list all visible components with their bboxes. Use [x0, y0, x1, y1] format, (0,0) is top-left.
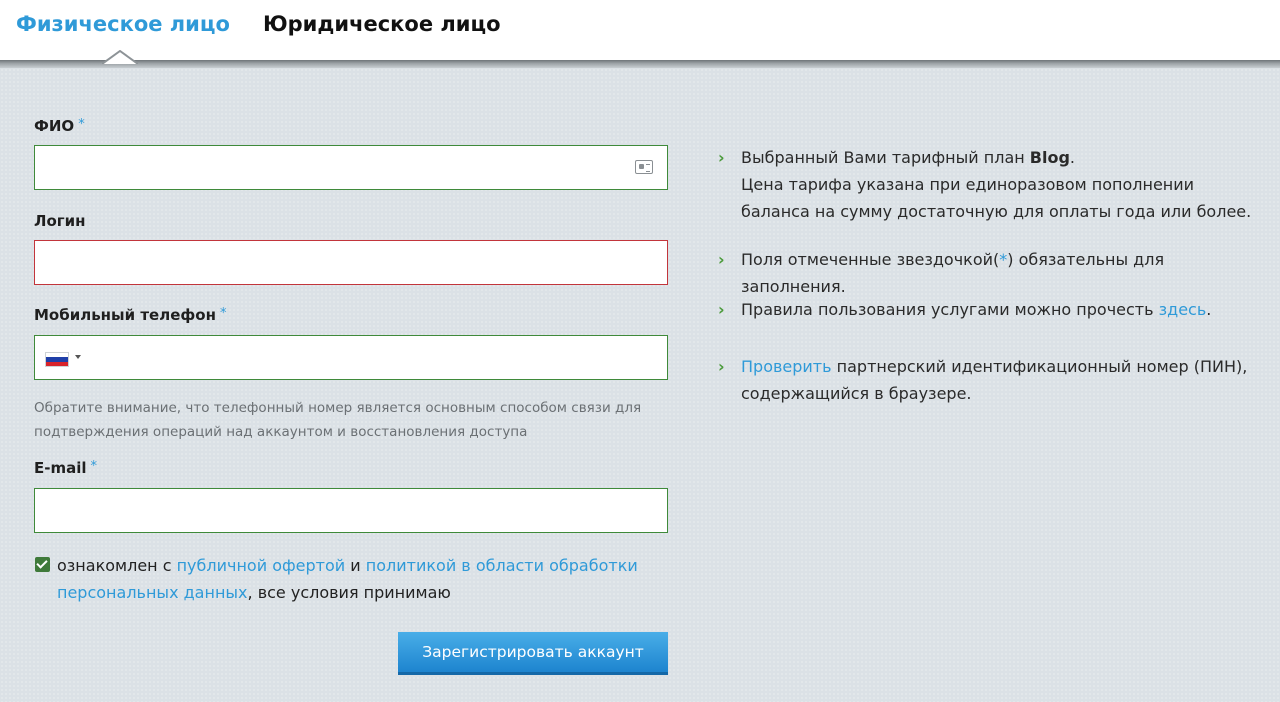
fio-label: ФИО * — [34, 117, 85, 135]
email-field[interactable] — [34, 488, 668, 533]
public-offer-link[interactable]: публичной офертой — [177, 556, 346, 575]
fio-field[interactable] — [34, 145, 668, 190]
contact-card-icon[interactable] — [635, 160, 653, 174]
phone-input[interactable] — [91, 336, 667, 379]
chevron-right-icon: › — [718, 250, 725, 269]
register-button[interactable]: Зарегистрировать аккаунт — [398, 632, 668, 675]
login-label: Логин — [34, 212, 86, 230]
russia-flag-icon[interactable] — [45, 352, 69, 367]
info-rules: › Правила пользования услугами можно про… — [718, 296, 1263, 323]
plan-name: Blog — [1029, 148, 1070, 167]
login-field[interactable] — [34, 240, 668, 285]
rules-link[interactable]: здесь — [1159, 300, 1207, 319]
tabs-divider — [0, 60, 1280, 68]
email-input[interactable] — [35, 489, 667, 532]
required-mark: * — [78, 117, 85, 132]
account-type-tabs: Физическое лицо Юридическое лицо — [0, 0, 1280, 62]
required-mark: * — [219, 306, 227, 321]
chevron-down-icon[interactable] — [75, 355, 81, 359]
info-plan: › Выбранный Вами тарифный план Blog. Цен… — [718, 144, 1263, 225]
chevron-right-icon: › — [718, 148, 725, 167]
active-tab-pointer — [102, 50, 138, 64]
phone-field[interactable] — [34, 335, 668, 380]
chevron-right-icon: › — [718, 357, 725, 376]
login-input[interactable] — [35, 241, 667, 284]
info-required: › Поля отмеченные звездочкой(*) обязател… — [718, 246, 1263, 300]
fio-input[interactable] — [35, 146, 667, 189]
phone-label: Мобильный телефон * — [34, 306, 227, 324]
chevron-right-icon: › — [718, 300, 725, 319]
phone-note: Обратите внимание, что телефонный номер … — [34, 400, 642, 440]
tab-legal-entity[interactable]: Юридическое лицо — [263, 12, 501, 36]
info-pin: › Проверить партнерский идентификационны… — [718, 353, 1263, 407]
agree-text: ознакомлен с публичной офертой и политик… — [57, 556, 638, 602]
required-mark: * — [90, 459, 98, 474]
email-label: E-mail * — [34, 459, 98, 477]
agree-checkbox[interactable] — [35, 557, 50, 572]
tab-individual[interactable]: Физическое лицо — [16, 12, 230, 36]
check-pin-link[interactable]: Проверить — [741, 357, 832, 376]
